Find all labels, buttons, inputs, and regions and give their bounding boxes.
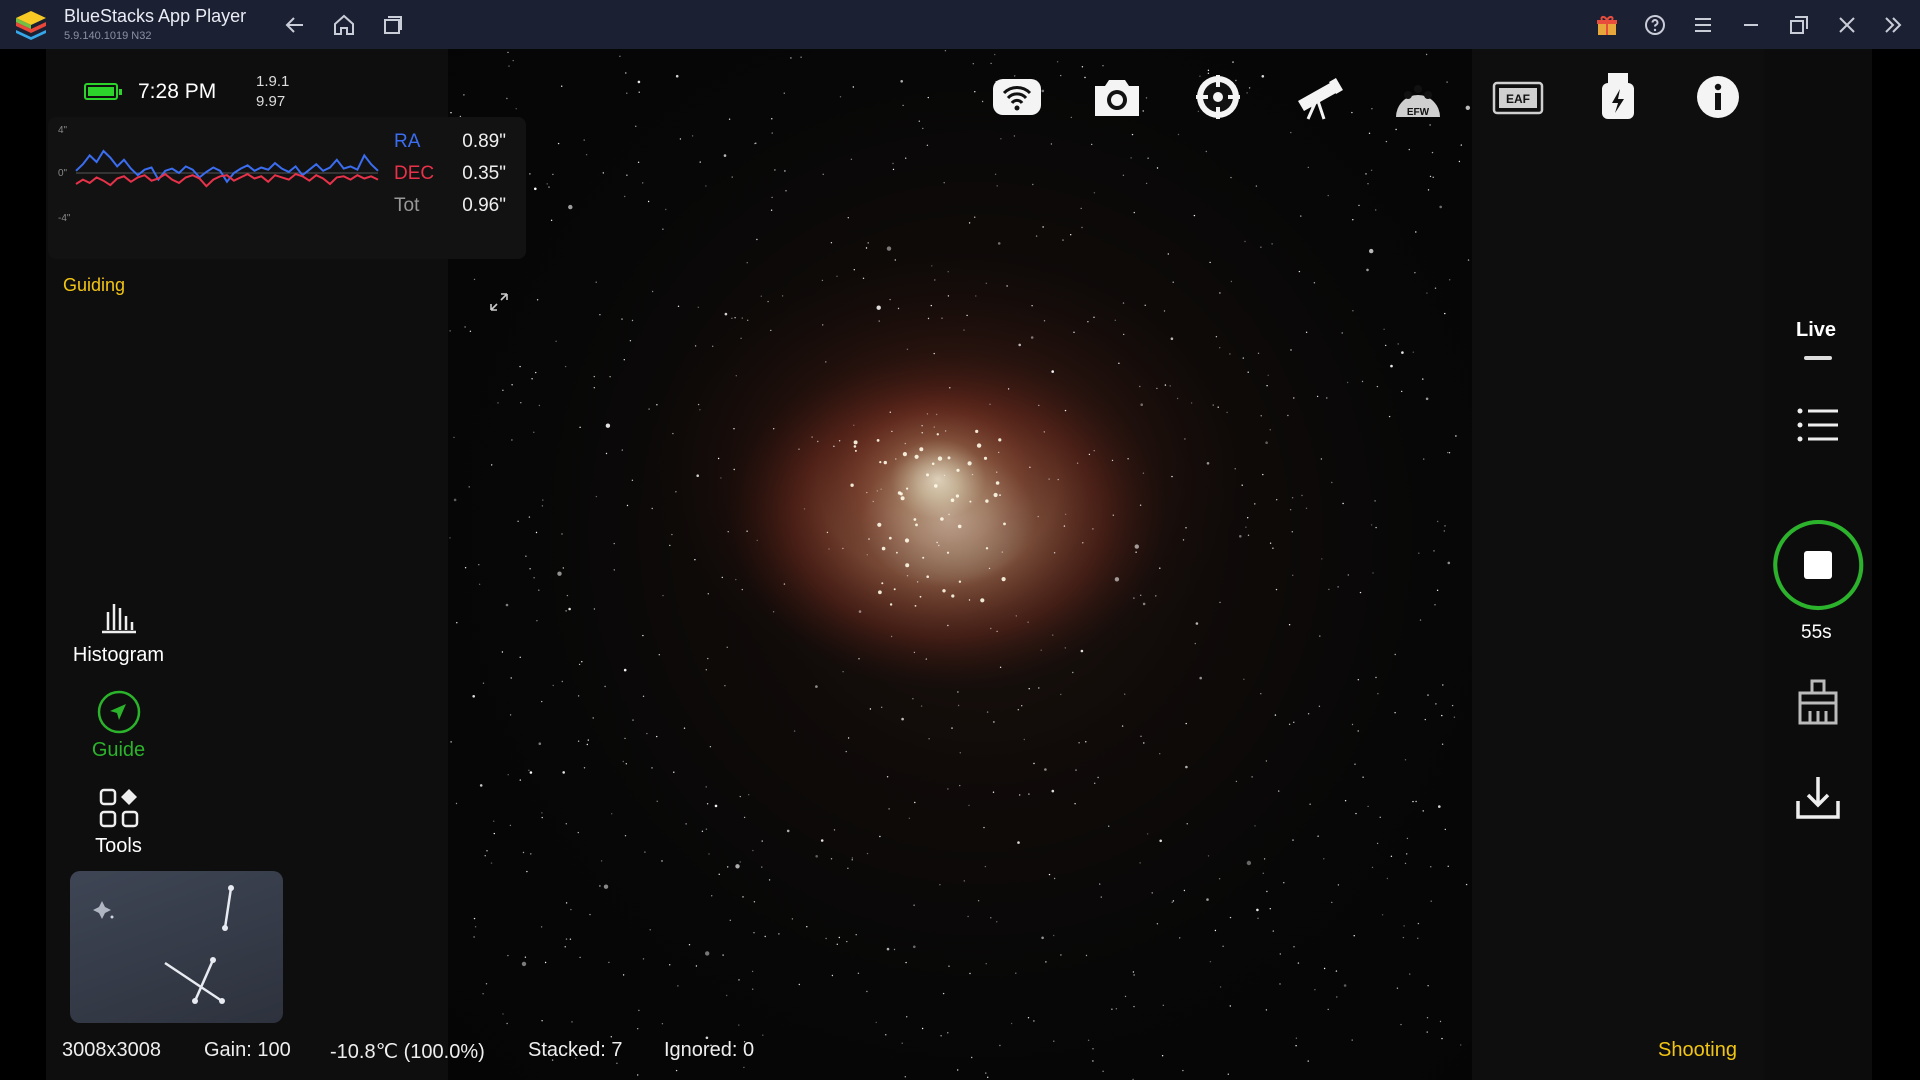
title-bar: BlueStacks App Player 5.9.140.1019 N32 [0, 0, 1920, 49]
guide-scope-icon[interactable] [1190, 69, 1246, 125]
minimize-icon[interactable] [1736, 10, 1766, 40]
restore-icon[interactable] [1784, 10, 1814, 40]
tot-value: 0.96" [462, 195, 506, 216]
constellation-icon [93, 885, 234, 1004]
axis-bottom-label: -4" [58, 213, 71, 224]
window-title: BlueStacks App Player [64, 6, 247, 26]
usb-power-icon[interactable] [1590, 69, 1646, 125]
window-version: 5.9.140.1019 N32 [64, 30, 152, 42]
firmware-version: 1.9.1 [256, 73, 290, 90]
svg-text:EFW: EFW [1407, 107, 1430, 118]
tools-grid-icon [99, 788, 138, 828]
stop-capture-button[interactable] [1772, 519, 1864, 611]
menu-icon[interactable] [1688, 10, 1718, 40]
close-icon[interactable] [1832, 10, 1862, 40]
telescope-icon[interactable] [1290, 69, 1346, 125]
live-tab-indicator [1804, 356, 1832, 360]
guide-button[interactable]: Guide [46, 689, 191, 762]
sky-atlas-thumbnail[interactable] [70, 871, 283, 1023]
camera-icon[interactable] [1089, 69, 1145, 125]
help-icon[interactable] [1640, 10, 1670, 40]
back-icon[interactable] [280, 10, 310, 40]
live-image-view[interactable] [448, 49, 1472, 1080]
tot-label: Tot [394, 195, 420, 216]
exposure-timer: 55s [1801, 622, 1832, 643]
guide-state: Guiding [63, 275, 126, 295]
info-icon[interactable] [1690, 69, 1746, 125]
histogram-label: Histogram [72, 644, 165, 666]
ra-value: 0.89" [462, 131, 506, 152]
guide-graph-card[interactable]: 4" 0" -4" RA DEC Tot 0.89" 0.35" 0.96" G… [48, 117, 526, 311]
resolution-text: 3008x3008 [62, 1039, 161, 1061]
list-menu-icon[interactable] [1792, 399, 1844, 451]
shooting-status: Shooting [1658, 1039, 1737, 1061]
tools-button[interactable]: Tools [46, 785, 191, 858]
wifi-icon[interactable] [989, 69, 1045, 125]
bluestacks-logo-icon [16, 11, 46, 40]
dec-value: 0.35" [462, 163, 506, 184]
tools-label: Tools [95, 835, 142, 857]
gift-icon[interactable] [1592, 10, 1622, 40]
guide-icon [97, 690, 140, 734]
live-mode-tab[interactable]: Live [1796, 319, 1836, 342]
recent-apps-icon[interactable] [377, 10, 407, 40]
eaf-icon[interactable]: EAF [1490, 69, 1546, 125]
app-version: 9.97 [256, 93, 286, 110]
svg-text:EAF: EAF [1506, 92, 1530, 106]
clock: 7:28 PM [138, 80, 217, 103]
axis-mid-label: 0" [58, 168, 68, 179]
efw-icon[interactable]: EFW [1390, 69, 1446, 125]
clear-stack-icon[interactable] [1792, 677, 1844, 729]
app-area: 7:28 PM 1.9.1 9.97 4" 0" -4" RA DEC Tot … [0, 49, 1920, 1080]
stacked-count: Stacked: 7 [528, 1039, 623, 1061]
ignored-count: Ignored: 0 [664, 1039, 755, 1061]
ra-label: RA [394, 131, 421, 152]
temperature-text: -10.8℃ (100.0%) [330, 1041, 485, 1063]
battery-icon [84, 83, 122, 100]
histogram-icon [101, 604, 136, 634]
axis-top-label: 4" [58, 125, 68, 136]
nebula-image [449, 50, 1470, 1080]
guide-label: Guide [91, 739, 146, 761]
gain-text: Gain: 100 [204, 1039, 291, 1061]
home-icon[interactable] [329, 10, 359, 40]
collapse-sidebar-icon[interactable] [1878, 10, 1908, 40]
save-image-icon[interactable] [1792, 771, 1844, 823]
guide-graph: 4" 0" -4" [58, 125, 379, 224]
expand-icon[interactable] [488, 291, 510, 313]
histogram-button[interactable]: Histogram [46, 594, 191, 667]
